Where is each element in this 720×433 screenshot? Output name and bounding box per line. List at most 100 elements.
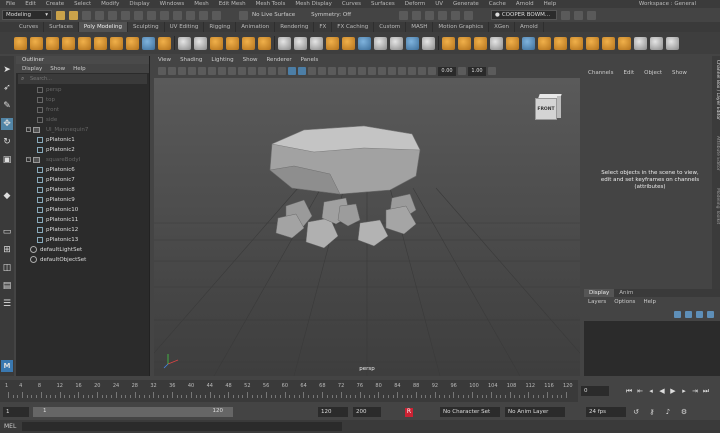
grease-pencil-icon[interactable]: [208, 67, 216, 75]
tab-attribute-editor[interactable]: Attribute Editor: [712, 136, 720, 171]
snap-point-icon[interactable]: [186, 10, 195, 20]
outliner-item[interactable]: pPlatonic7: [16, 175, 149, 185]
mirror-icon[interactable]: [258, 36, 271, 50]
layout-icon[interactable]: [574, 10, 584, 20]
shelf-tab-mash[interactable]: MASH: [406, 22, 434, 32]
depth-of-field-icon[interactable]: [378, 67, 386, 75]
backface-culling-icon[interactable]: [418, 67, 426, 75]
menu-cache[interactable]: Cache: [489, 1, 506, 7]
play-backwards-icon[interactable]: ◀: [658, 387, 666, 395]
viewport-menu-view[interactable]: View: [158, 57, 171, 63]
poly-pipe-icon[interactable]: [158, 36, 171, 50]
isolate-select-icon[interactable]: [388, 67, 396, 75]
sound-icon[interactable]: ♪: [664, 408, 672, 416]
menu-curves[interactable]: Curves: [342, 1, 361, 7]
poly-cone-icon[interactable]: [62, 36, 75, 50]
bookmark-icon[interactable]: [178, 67, 186, 75]
quad-draw-icon[interactable]: [422, 36, 435, 50]
go-to-start-icon[interactable]: ⏮: [625, 387, 633, 395]
tab-channel-box[interactable]: Channel Box / Layer Editor: [712, 60, 720, 120]
shelf-tab-rendering[interactable]: Rendering: [275, 22, 315, 32]
channel-menu-edit[interactable]: Edit: [623, 70, 634, 76]
safe-action-icon[interactable]: [268, 67, 276, 75]
shelf-tab-animation[interactable]: Animation: [236, 22, 276, 32]
screen-space-ao-icon[interactable]: [348, 67, 356, 75]
platonic-solid-icon[interactable]: [126, 36, 139, 50]
xray-joints-icon[interactable]: [408, 67, 416, 75]
field-chart-icon[interactable]: [258, 67, 266, 75]
outliner-item[interactable]: pPlatonic6: [16, 165, 149, 175]
user-account-dropdown[interactable]: ● COOPER BOWM...: [491, 10, 558, 20]
expand-icon[interactable]: +: [26, 157, 31, 162]
live-surface-label[interactable]: No Live Surface: [252, 12, 295, 18]
exposure-icon[interactable]: [428, 67, 436, 75]
render-frame-icon[interactable]: [399, 10, 409, 20]
open-scene-icon[interactable]: [69, 10, 78, 20]
go-to-end-icon[interactable]: ⏭: [702, 387, 710, 395]
menu-select[interactable]: Select: [74, 1, 91, 7]
end-time-field[interactable]: 120: [318, 407, 348, 417]
outliner-item[interactable]: front: [16, 105, 149, 115]
outliner-item[interactable]: pPlatonic2: [16, 145, 149, 155]
reduce-icon[interactable]: [570, 36, 583, 50]
shelf-tab-surfaces[interactable]: Surfaces: [44, 22, 79, 32]
hypershade-icon[interactable]: [438, 10, 448, 20]
anim-end-field[interactable]: 200: [353, 407, 381, 417]
outliner-item[interactable]: pPlatonic13: [16, 235, 149, 245]
extrude-icon[interactable]: [278, 36, 291, 50]
arnold-render-icon[interactable]: [451, 10, 461, 20]
menuset-dropdown[interactable]: Modeling ▾: [2, 10, 52, 20]
outliner-item[interactable]: pPlatonic9: [16, 195, 149, 205]
shelf-tab-uv-editing[interactable]: UV Editing: [165, 22, 205, 32]
viewport-menu-show[interactable]: Show: [243, 57, 258, 63]
connect-icon[interactable]: [406, 36, 419, 50]
menu-edit-mesh[interactable]: Edit Mesh: [219, 1, 246, 7]
menu-help[interactable]: Help: [544, 1, 557, 7]
shelf-tab-curves[interactable]: Curves: [14, 22, 45, 32]
smooth-shade-icon[interactable]: [298, 67, 306, 75]
new-empty-layer-icon[interactable]: [696, 310, 703, 318]
menu-mesh-tools[interactable]: Mesh Tools: [256, 1, 286, 7]
outliner-layout-icon[interactable]: ☰: [1, 298, 13, 310]
poly-cube-icon[interactable]: [30, 36, 43, 50]
step-forward-frame-icon[interactable]: ▸: [680, 387, 688, 395]
sculpt-icon[interactable]: [538, 36, 551, 50]
poly-cylinder-icon[interactable]: [46, 36, 59, 50]
color-management-icon[interactable]: [488, 67, 496, 75]
select-component-icon[interactable]: [147, 10, 156, 20]
character-set-dropdown[interactable]: No Character Set: [440, 407, 500, 417]
center-pivot-icon[interactable]: [442, 36, 455, 50]
menu-mesh[interactable]: Mesh: [194, 1, 208, 7]
xray-icon[interactable]: [398, 67, 406, 75]
resolution-gate-icon[interactable]: [238, 67, 246, 75]
viewport-menu-lighting[interactable]: Lighting: [211, 57, 233, 63]
start-time-field[interactable]: 1: [3, 407, 29, 417]
menu-surfaces[interactable]: Surfaces: [371, 1, 395, 7]
four-view-icon[interactable]: ⊞: [1, 244, 13, 256]
anim-layer-dropdown[interactable]: No Anim Layer: [505, 407, 565, 417]
super-shape-icon[interactable]: [142, 36, 155, 50]
outliner-item[interactable]: pPlatonic12: [16, 225, 149, 235]
play-forwards-icon[interactable]: ▶: [669, 387, 677, 395]
freeze-transform-icon[interactable]: [474, 36, 487, 50]
bevel-icon[interactable]: [310, 36, 323, 50]
target-weld-icon[interactable]: [390, 36, 403, 50]
poly-plane-icon[interactable]: [94, 36, 107, 50]
shelf-tab-xgen[interactable]: XGen: [489, 22, 515, 32]
menu-uv[interactable]: UV: [435, 1, 443, 7]
select-hierarchy-icon[interactable]: [121, 10, 130, 20]
anti-aliasing-icon[interactable]: [368, 67, 376, 75]
outliner-item[interactable]: top: [16, 95, 149, 105]
layer-menu-help[interactable]: Help: [643, 299, 656, 305]
image-plane-icon[interactable]: [188, 67, 196, 75]
shelf-tab-rigging[interactable]: Rigging: [204, 22, 237, 32]
key-icon[interactable]: ⚷: [648, 408, 656, 416]
bridge-icon[interactable]: [294, 36, 307, 50]
channel-menu-show[interactable]: Show: [672, 70, 687, 76]
viewport-menu-shading[interactable]: Shading: [180, 57, 202, 63]
snap-grid-icon[interactable]: [160, 10, 169, 20]
textured-icon[interactable]: [318, 67, 326, 75]
layer-menu-layers[interactable]: Layers: [588, 299, 606, 305]
outliner-item[interactable]: persp: [16, 85, 149, 95]
undo-icon[interactable]: [95, 10, 104, 20]
